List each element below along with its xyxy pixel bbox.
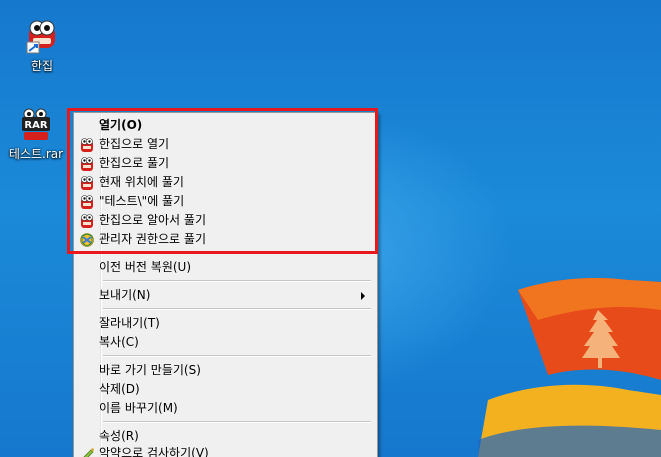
menu-item-delete[interactable]: 삭제(D) [76, 380, 373, 399]
menu-item-create-shortcut[interactable]: 바로 가기 만들기(S) [76, 361, 373, 380]
menu-item-label: 관리자 권한으로 풀기 [99, 232, 206, 246]
hanzip-icon [79, 137, 95, 153]
menu-separator [103, 421, 371, 423]
hanzip-icon [79, 194, 95, 210]
menu-item-label: 이전 버전 복원(U) [99, 260, 192, 274]
menu-item-extract-as-admin[interactable]: 관리자 권한으로 풀기 [76, 230, 373, 249]
rar-archive-icon: RAR [19, 108, 53, 142]
menu-item-label: 보내기(N) [99, 288, 151, 302]
desktop: 한집 RAR 테스트.rar 열기(O) 한집으로 열기 한집으로 풀기 현재 … [0, 0, 661, 457]
menu-item-extract-here[interactable]: 현재 위치에 풀기 [76, 173, 373, 192]
menu-separator [103, 308, 371, 310]
hanzip-icon [79, 156, 95, 172]
menu-item-label: 잘라내기(T) [99, 316, 160, 330]
menu-item-smart-extract[interactable]: 한집으로 알아서 풀기 [76, 211, 373, 230]
menu-item-label: 한집으로 열기 [99, 137, 170, 151]
scan-icon [79, 446, 95, 457]
menu-item-restore-previous-versions[interactable]: 이전 버전 복원(U) [76, 258, 373, 277]
hanzip-icon [79, 213, 95, 229]
context-menu: 열기(O) 한집으로 열기 한집으로 풀기 현재 위치에 풀기 "테스트\"에 [73, 112, 378, 457]
desktop-icon-label: 테스트.rar [8, 147, 64, 161]
menu-item-rename[interactable]: 이름 바꾸기(M) [76, 399, 373, 418]
hanzip-icon [79, 175, 95, 191]
menu-item-malware-scan[interactable]: 악약으로 검사하기(V) [76, 444, 373, 457]
menu-item-label: 바로 가기 만들기(S) [99, 363, 201, 377]
hanzip-app-icon [25, 18, 59, 54]
menu-item-copy[interactable]: 복사(C) [76, 333, 373, 352]
menu-item-label: 복사(C) [99, 335, 139, 349]
menu-item-label: 한집으로 알아서 풀기 [99, 213, 206, 227]
menu-separator [103, 252, 371, 254]
menu-separator [103, 280, 371, 282]
svg-text:RAR: RAR [24, 120, 47, 131]
submenu-arrow-icon [361, 292, 365, 300]
menu-item-send-to[interactable]: 보내기(N) [76, 286, 373, 305]
menu-item-cut[interactable]: 잘라내기(T) [76, 314, 373, 333]
menu-item-open-with-hanzip[interactable]: 한집으로 열기 [76, 135, 373, 154]
desktop-icon-hanzip[interactable]: 한집 [10, 18, 74, 74]
menu-item-label: 열기(O) [99, 118, 143, 132]
menu-item-label: 삭제(D) [99, 382, 140, 396]
menu-item-extract-to-folder[interactable]: "테스트\"에 풀기 [76, 192, 373, 211]
menu-item-open[interactable]: 열기(O) [76, 116, 373, 135]
menu-item-label: 한집으로 풀기 [99, 156, 170, 170]
menu-item-label: 이름 바꾸기(M) [99, 401, 178, 415]
desktop-icon-label: 한집 [30, 59, 54, 73]
menu-item-label: 악약으로 검사하기(V) [99, 446, 209, 457]
menu-separator [103, 355, 371, 357]
desktop-icon-rar-file[interactable]: RAR 테스트.rar [4, 108, 68, 162]
menu-item-label: 현재 위치에 풀기 [99, 175, 184, 189]
windows-logo-wallpaper [478, 278, 661, 457]
menu-item-label: "테스트\"에 풀기 [99, 194, 185, 208]
admin-shield-icon [79, 232, 95, 248]
menu-item-extract-with-hanzip[interactable]: 한집으로 풀기 [76, 154, 373, 173]
